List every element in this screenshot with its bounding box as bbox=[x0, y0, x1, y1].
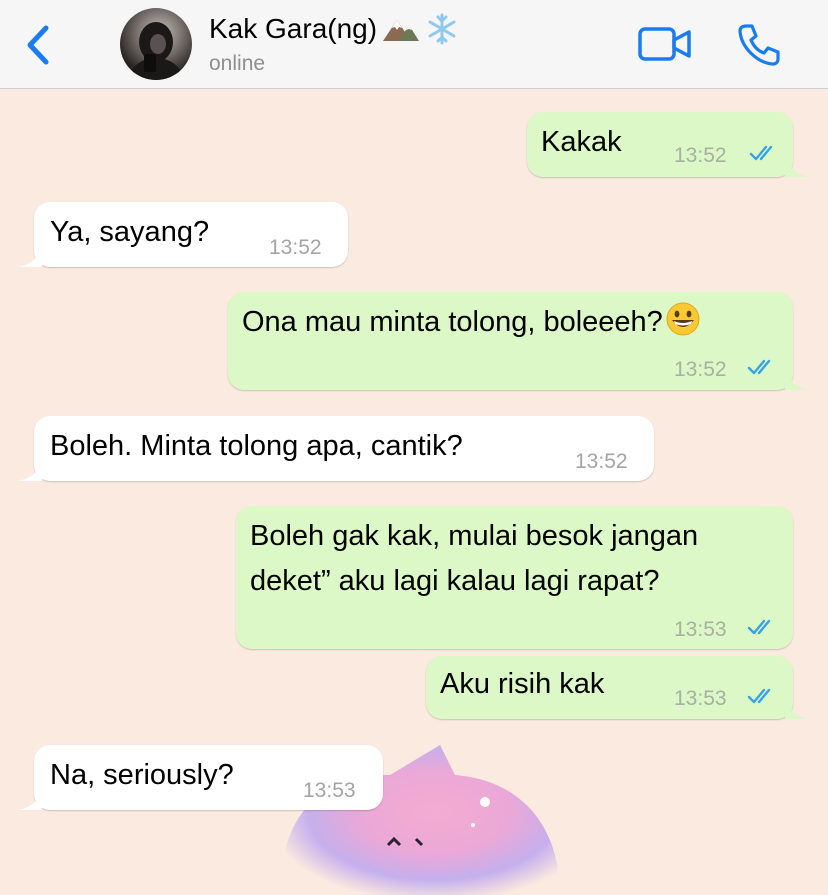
bubble-tail bbox=[18, 788, 42, 810]
grinning-face-icon bbox=[666, 302, 700, 336]
message-text: Na, seriously? bbox=[50, 759, 234, 791]
bubble-tail bbox=[785, 368, 809, 390]
read-ticks-icon bbox=[747, 359, 771, 375]
message-time: 13:52 bbox=[575, 450, 628, 473]
bubble-tail bbox=[785, 155, 809, 177]
read-ticks-icon bbox=[749, 145, 773, 161]
contact-name-row[interactable]: Kak Gara(ng) bbox=[209, 12, 459, 46]
message-text-content: Ona mau minta tolong, boleeeh? bbox=[242, 306, 663, 338]
message-incoming[interactable]: Na, seriously? 13:53 bbox=[18, 745, 383, 810]
message-time: 13:52 bbox=[674, 358, 727, 381]
message-outgoing[interactable]: Aku risih kak 13:53 bbox=[426, 656, 809, 719]
message-outgoing[interactable]: Boleh gak kak, mulai besok jangan deket”… bbox=[236, 506, 793, 649]
chat-header: Kak Gara(ng) online bbox=[0, 0, 828, 89]
message-outgoing[interactable]: Kakak 13:52 bbox=[527, 112, 809, 177]
message-incoming[interactable]: Ya, sayang? 13:52 bbox=[18, 202, 348, 267]
message-time: 13:53 bbox=[303, 779, 356, 802]
contact-status: online bbox=[209, 52, 266, 75]
message-text-line-2: deket” aku lagi kalau lagi rapat? bbox=[250, 565, 660, 597]
contact-name: Kak Gara(ng) bbox=[209, 13, 378, 44]
message-outgoing[interactable]: Ona mau minta tolong, boleeeh? 13:52 bbox=[228, 292, 809, 390]
back-chevron-icon[interactable] bbox=[20, 22, 56, 68]
message-text-line-1: Boleh gak kak, mulai besok jangan bbox=[250, 520, 699, 552]
message-time: 13:53 bbox=[674, 687, 727, 710]
snowflake-icon bbox=[428, 13, 456, 45]
message-time: 13:52 bbox=[674, 144, 727, 167]
mountain-icon bbox=[383, 20, 420, 41]
contact-avatar[interactable] bbox=[120, 8, 192, 80]
bubble-tail bbox=[785, 697, 809, 719]
message-text: Boleh. Minta tolong apa, cantik? bbox=[50, 430, 463, 462]
message-text: Ya, sayang? bbox=[50, 216, 210, 248]
bubble-tail bbox=[18, 459, 42, 481]
video-call-icon[interactable] bbox=[638, 24, 692, 64]
phone-call-icon[interactable] bbox=[737, 22, 781, 66]
message-time: 13:53 bbox=[674, 618, 727, 641]
message-text: Ona mau minta tolong, boleeeh? bbox=[242, 300, 701, 345]
message-text: Kakak bbox=[541, 126, 622, 158]
read-ticks-icon bbox=[747, 619, 771, 635]
message-incoming[interactable]: Boleh. Minta tolong apa, cantik? 13:52 bbox=[18, 416, 654, 481]
message-text: Aku risih kak bbox=[440, 668, 605, 700]
message-time: 13:52 bbox=[269, 236, 322, 259]
bubble-tail bbox=[18, 245, 42, 267]
read-ticks-icon bbox=[747, 688, 771, 704]
